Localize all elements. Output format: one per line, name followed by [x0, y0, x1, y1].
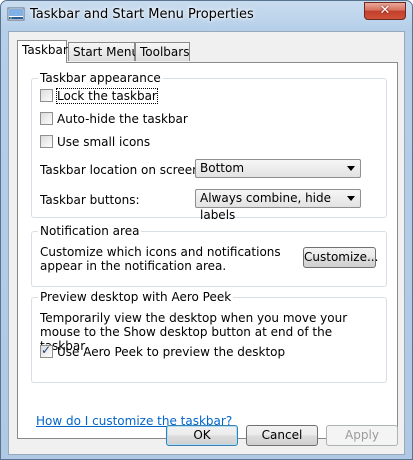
notification-area-group: Notification area Customize which icons …	[31, 224, 387, 287]
taskbar-location-select[interactable]: Bottom	[195, 159, 361, 178]
cancel-button[interactable]: Cancel	[246, 425, 318, 446]
taskbar-location-label: Taskbar location on screen:	[40, 163, 204, 177]
tab-start-menu[interactable]: Start Menu	[68, 42, 139, 61]
use-aero-peek-box[interactable]: ✓	[40, 343, 53, 358]
aero-peek-group: Preview desktop with Aero Peek Temporari…	[31, 290, 387, 383]
apply-button[interactable]: Apply	[326, 425, 398, 446]
group-title-appearance: Taskbar appearance	[38, 71, 163, 85]
customize-button[interactable]: Customize...	[303, 247, 378, 268]
ok-button[interactable]: OK	[166, 425, 238, 446]
tab-toolbars[interactable]: Toolbars	[135, 42, 190, 61]
window-title: Taskbar and Start Menu Properties	[30, 7, 254, 22]
small-icons-label: Use small icons	[57, 135, 151, 149]
lock-taskbar-label: Lock the taskbar	[56, 88, 158, 104]
properties-window: Taskbar and Start Menu Properties ✕ Task…	[0, 0, 413, 460]
close-button[interactable]: ✕	[364, 2, 406, 20]
group-title-aero-peek: Preview desktop with Aero Peek	[38, 290, 234, 304]
taskbar-appearance-group: Taskbar appearance Lock the taskbar Auto…	[31, 71, 387, 222]
taskbar-properties-icon	[7, 7, 25, 21]
chevron-down-icon	[347, 166, 355, 171]
taskbar-buttons-label: Taskbar buttons:	[40, 193, 140, 207]
lock-taskbar-box[interactable]	[40, 89, 53, 102]
chevron-down-icon	[347, 196, 355, 201]
auto-hide-label: Auto-hide the taskbar	[57, 112, 188, 126]
taskbar-buttons-select[interactable]: Always combine, hide labels	[195, 189, 361, 222]
close-icon: ✕	[379, 3, 391, 18]
checkmark-icon: ✓	[41, 343, 52, 357]
taskbar-buttons-value: Always combine, hide labels	[200, 191, 332, 222]
taskbar-location-value: Bottom	[200, 161, 245, 175]
auto-hide-box[interactable]	[40, 112, 53, 125]
dialog-client-area: Taskbar Start Menu Toolbars Taskbar appe…	[8, 31, 405, 455]
use-aero-peek-checkbox[interactable]: ✓ Use Aero Peek to preview the desktop	[40, 343, 286, 361]
auto-hide-checkbox[interactable]: Auto-hide the taskbar	[40, 112, 188, 128]
small-icons-box[interactable]	[40, 135, 53, 148]
use-aero-peek-label: Use Aero Peek to preview the desktop	[57, 345, 286, 359]
title-bar[interactable]: Taskbar and Start Menu Properties ✕	[1, 1, 412, 31]
lock-taskbar-checkbox[interactable]: Lock the taskbar	[40, 88, 158, 105]
notification-description: Customize which icons and notifications …	[40, 245, 281, 273]
tab-taskbar[interactable]: Taskbar	[17, 40, 68, 63]
group-title-notification: Notification area	[38, 224, 142, 238]
small-icons-checkbox[interactable]: Use small icons	[40, 135, 150, 151]
tab-panel-taskbar: Taskbar appearance Lock the taskbar Auto…	[17, 62, 398, 439]
